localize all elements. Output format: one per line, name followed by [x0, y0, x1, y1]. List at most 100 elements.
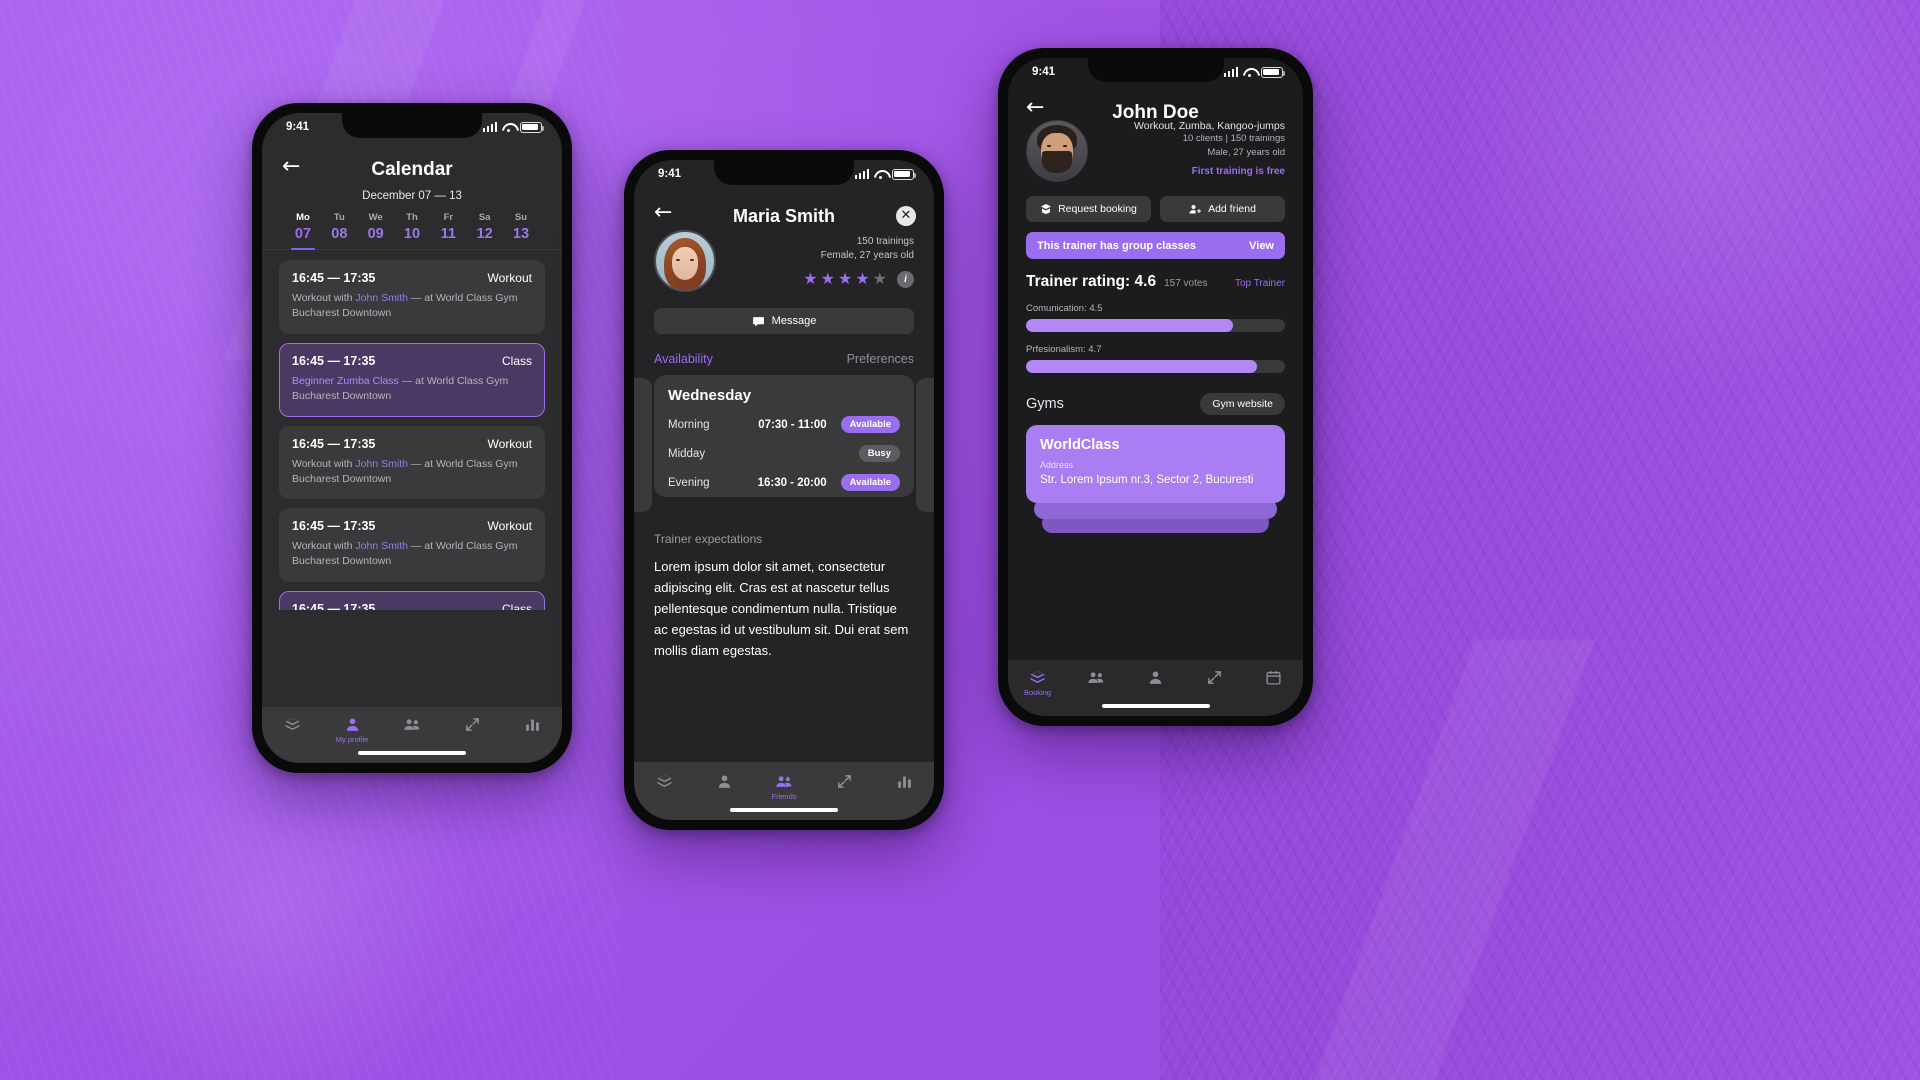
- tab-my-profile[interactable]: [694, 773, 754, 792]
- action-buttons: Request booking Add friend: [1008, 182, 1303, 222]
- stats-icon: [897, 776, 911, 788]
- battery-icon: [520, 121, 545, 133]
- stats-icon: [525, 719, 539, 731]
- day-tu[interactable]: Tu 08: [324, 212, 354, 249]
- event-kind: Class: [501, 602, 532, 610]
- tab-booking[interactable]: Booking: [1008, 669, 1067, 697]
- tab-preferences[interactable]: Preferences: [847, 352, 914, 366]
- status-bar: 9:41: [262, 113, 562, 133]
- screen-calendar: 9:41 ← Calendar December 07 — 13 Mo 07 T…: [262, 113, 562, 763]
- star-icon[interactable]: ★: [873, 271, 887, 287]
- status-indicators: [1223, 66, 1286, 78]
- tab-friends[interactable]: [1067, 669, 1126, 688]
- wifi-icon: [1243, 67, 1256, 78]
- close-icon[interactable]: ✕: [896, 206, 916, 226]
- group-classes-banner[interactable]: This trainer has group classes View: [1026, 232, 1285, 259]
- trainer-rating-row: Trainer rating: 4.6 157 votes Top Traine…: [1008, 259, 1303, 291]
- profile-icon: [346, 718, 358, 731]
- phone-trainer-detail: 9:41 ← John Doe Workout, Zumba, Kangoo-j…: [998, 48, 1313, 726]
- event-card[interactable]: 16:45 — 17:35 Workout Workout with John …: [279, 425, 545, 500]
- day-dow: Su: [514, 212, 528, 223]
- add-friend-button[interactable]: Add friend: [1160, 196, 1285, 222]
- trainer-header: Workout, Zumba, Kangoo-jumps 10 clients …: [1008, 116, 1303, 182]
- day-dow: Fr: [443, 212, 454, 223]
- home-indicator: [1101, 704, 1210, 708]
- day-sa[interactable]: Sa 12: [470, 212, 500, 249]
- tab-stats[interactable]: [874, 773, 934, 792]
- event-link[interactable]: John Smith: [355, 292, 408, 304]
- home-indicator: [358, 751, 466, 755]
- event-card[interactable]: 16:45 — 17:35 Workout Workout with John …: [279, 508, 545, 583]
- tab-my-profile[interactable]: [1126, 669, 1185, 688]
- event-header: 16:45 — 17:35 Workout: [292, 519, 532, 533]
- event-card[interactable]: 16:45 — 17:35 Class Beginner Zumba Class…: [279, 591, 545, 610]
- star-icon[interactable]: ★: [803, 271, 817, 287]
- event-link[interactable]: John Smith: [355, 458, 408, 470]
- star-icon[interactable]: ★: [821, 271, 835, 287]
- first-training-free[interactable]: First training is free: [1134, 166, 1285, 177]
- star-icon[interactable]: ★: [838, 271, 852, 287]
- back-button[interactable]: ←: [654, 202, 672, 224]
- event-time: 16:45 — 17:35: [292, 602, 376, 610]
- tab-label: Booking: [1023, 688, 1052, 697]
- day-fr[interactable]: Fr 11: [433, 212, 463, 249]
- day-mo[interactable]: Mo 07: [288, 212, 318, 250]
- event-kind: Workout: [487, 519, 532, 534]
- calendar-icon: [1266, 671, 1281, 685]
- home-indicator: [730, 808, 838, 812]
- slot-name: Morning: [668, 418, 710, 431]
- month-range: December 07 — 13: [362, 190, 462, 202]
- top-trainer-badge[interactable]: Top Trainer: [1235, 278, 1285, 289]
- request-booking-button[interactable]: Request booking: [1026, 196, 1151, 222]
- event-header: 16:45 — 17:35 Workout: [292, 271, 532, 285]
- day-number: 07: [294, 226, 312, 242]
- availability-row: Midday Busy: [668, 445, 900, 462]
- status-indicators: [482, 121, 545, 133]
- tab-calendar[interactable]: [1244, 669, 1303, 688]
- rating-bar-fill: [1026, 360, 1257, 373]
- tab-friends[interactable]: Friends: [754, 773, 814, 801]
- info-icon[interactable]: i: [897, 270, 914, 288]
- event-card[interactable]: 16:45 — 17:35 Workout Workout with John …: [279, 260, 545, 334]
- tab-progress[interactable]: [814, 773, 874, 792]
- status-bar: 9:41: [1008, 58, 1303, 78]
- booking-icon: [284, 718, 300, 730]
- back-button[interactable]: ←: [1026, 97, 1044, 119]
- day-number: 08: [331, 226, 348, 242]
- tab-booking[interactable]: [262, 716, 322, 735]
- rating-stars[interactable]: ★ ★ ★ ★ ★ i: [803, 270, 914, 288]
- add-person-icon: [1189, 205, 1202, 214]
- tab-progress[interactable]: [1185, 669, 1244, 688]
- availability-prev-card[interactable]: [634, 378, 652, 512]
- day-su[interactable]: Su 13: [506, 212, 536, 249]
- gym-card-stack[interactable]: WorldClass Address Str. Lorem Ipsum nr.3…: [1026, 425, 1285, 545]
- banner-view-button[interactable]: View: [1249, 240, 1274, 252]
- battery-icon: [1261, 66, 1286, 78]
- availability-next-card[interactable]: [916, 378, 934, 512]
- profile-icon: [1149, 671, 1162, 684]
- availability-carousel[interactable]: Wednesday Morning 07:30 - 11:00 Availabl…: [634, 366, 934, 516]
- trainer-rating-votes: 157 votes: [1164, 278, 1208, 289]
- back-button[interactable]: ←: [282, 156, 300, 178]
- tab-my-profile[interactable]: My profile: [322, 716, 382, 744]
- signal-icon: [854, 169, 869, 179]
- message-button[interactable]: Message: [654, 308, 914, 334]
- tab-friends[interactable]: [382, 716, 442, 735]
- star-icon[interactable]: ★: [855, 271, 869, 287]
- screen-trainer-detail: 9:41 ← John Doe Workout, Zumba, Kangoo-j…: [1008, 58, 1303, 716]
- event-link[interactable]: John Smith: [355, 540, 408, 552]
- gym-card[interactable]: WorldClass Address Str. Lorem Ipsum nr.3…: [1026, 425, 1285, 503]
- progress-icon: [1208, 671, 1221, 684]
- tab-availability[interactable]: Availability: [654, 352, 713, 366]
- day-th[interactable]: Th 10: [397, 212, 427, 249]
- calendar-booking-icon: [1041, 204, 1052, 214]
- wifi-icon: [874, 169, 887, 180]
- tab-booking[interactable]: [634, 773, 694, 792]
- event-card[interactable]: 16:45 — 17:35 Class Beginner Zumba Class…: [279, 342, 545, 417]
- day-we[interactable]: We 09: [361, 212, 391, 249]
- event-link[interactable]: Beginner Zumba Class: [292, 375, 399, 387]
- tab-progress[interactable]: [442, 716, 502, 735]
- gym-website-button[interactable]: Gym website: [1200, 393, 1285, 415]
- tab-stats[interactable]: [502, 716, 562, 735]
- event-list[interactable]: 16:45 — 17:35 Workout Workout with John …: [262, 250, 562, 610]
